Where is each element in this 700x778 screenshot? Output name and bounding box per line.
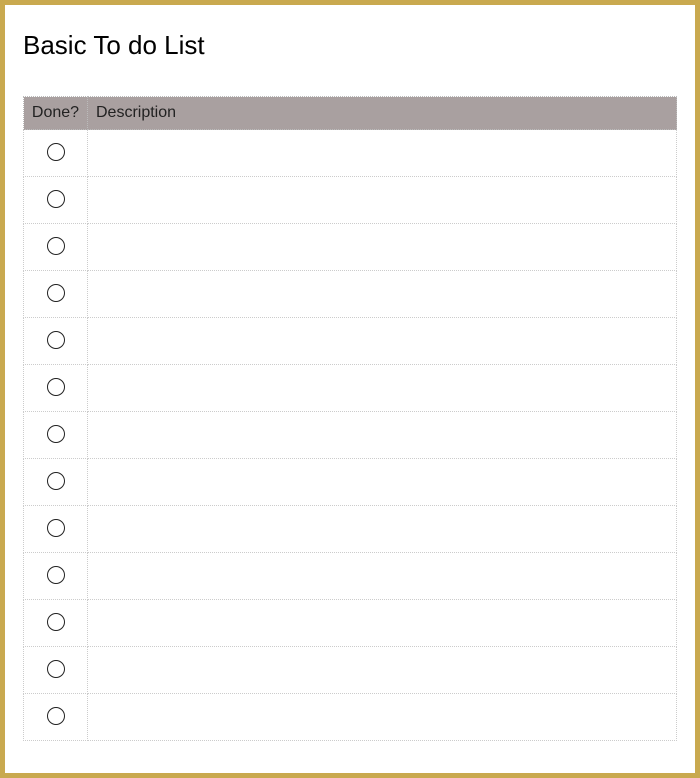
table-row (24, 553, 677, 600)
description-cell[interactable] (88, 177, 677, 224)
description-cell[interactable] (88, 506, 677, 553)
page-title: Basic To do List (23, 30, 677, 61)
description-cell[interactable] (88, 412, 677, 459)
checkbox-circle-icon[interactable] (47, 707, 65, 725)
table-row (24, 412, 677, 459)
table-header-row: Done? Description (24, 97, 677, 130)
description-cell[interactable] (88, 271, 677, 318)
checkbox-circle-icon[interactable] (47, 472, 65, 490)
description-cell[interactable] (88, 459, 677, 506)
checkbox-circle-icon[interactable] (47, 566, 65, 584)
todo-table: Done? Description (23, 96, 677, 741)
done-cell (24, 506, 88, 553)
description-cell[interactable] (88, 553, 677, 600)
description-cell[interactable] (88, 694, 677, 741)
description-cell[interactable] (88, 600, 677, 647)
checkbox-circle-icon[interactable] (47, 660, 65, 678)
table-row (24, 318, 677, 365)
table-row (24, 365, 677, 412)
description-cell[interactable] (88, 224, 677, 271)
done-cell (24, 694, 88, 741)
table-row (24, 271, 677, 318)
done-cell (24, 553, 88, 600)
description-cell[interactable] (88, 365, 677, 412)
checkbox-circle-icon[interactable] (47, 331, 65, 349)
table-row (24, 600, 677, 647)
table-row (24, 647, 677, 694)
document-frame: Basic To do List Done? Description (0, 0, 700, 778)
description-cell[interactable] (88, 647, 677, 694)
header-done: Done? (24, 97, 88, 130)
done-cell (24, 647, 88, 694)
checkbox-circle-icon[interactable] (47, 190, 65, 208)
done-cell (24, 412, 88, 459)
checkbox-circle-icon[interactable] (47, 143, 65, 161)
table-row (24, 224, 677, 271)
done-cell (24, 459, 88, 506)
done-cell (24, 130, 88, 177)
done-cell (24, 318, 88, 365)
done-cell (24, 224, 88, 271)
checkbox-circle-icon[interactable] (47, 284, 65, 302)
description-cell[interactable] (88, 318, 677, 365)
checkbox-circle-icon[interactable] (47, 613, 65, 631)
table-row (24, 694, 677, 741)
description-cell[interactable] (88, 130, 677, 177)
done-cell (24, 271, 88, 318)
checkbox-circle-icon[interactable] (47, 425, 65, 443)
checkbox-circle-icon[interactable] (47, 378, 65, 396)
table-row (24, 130, 677, 177)
table-row (24, 177, 677, 224)
table-row (24, 506, 677, 553)
header-description: Description (88, 97, 677, 130)
checkbox-circle-icon[interactable] (47, 237, 65, 255)
done-cell (24, 600, 88, 647)
table-row (24, 459, 677, 506)
done-cell (24, 177, 88, 224)
done-cell (24, 365, 88, 412)
checkbox-circle-icon[interactable] (47, 519, 65, 537)
